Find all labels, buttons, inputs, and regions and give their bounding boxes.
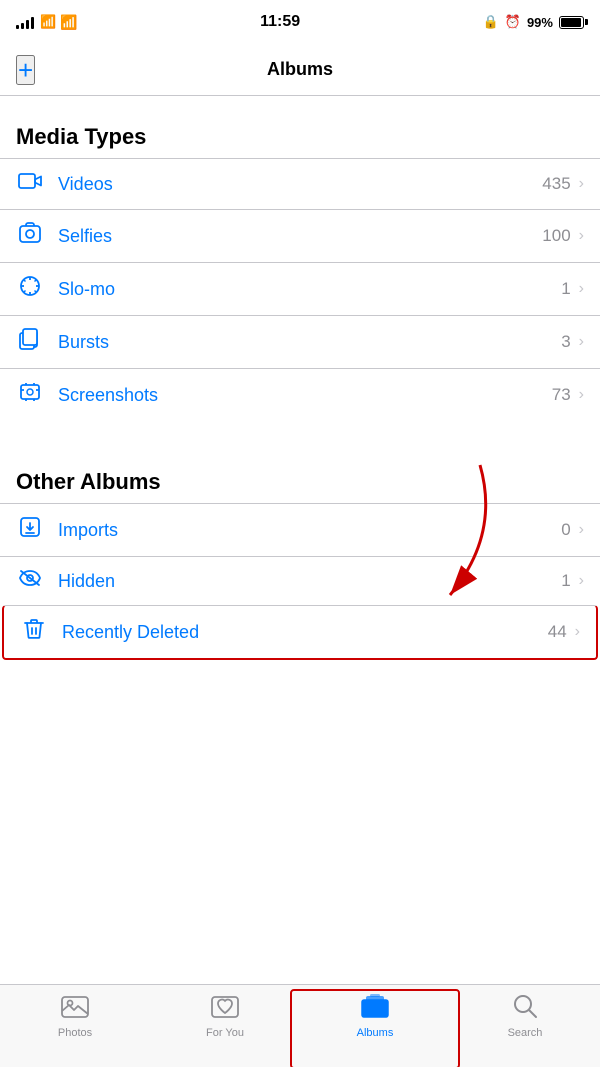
recently-deleted-count: 44 xyxy=(548,622,567,642)
videos-label: Videos xyxy=(58,174,542,195)
list-item-bursts[interactable]: Bursts 3 › xyxy=(0,315,600,368)
tab-albums[interactable]: Albums xyxy=(300,993,450,1039)
slomo-count: 1 xyxy=(561,279,570,299)
trash-icon xyxy=(20,618,48,646)
battery-percent: 99% xyxy=(527,15,553,30)
list-item-selfies[interactable]: Selfies 100 › xyxy=(0,209,600,262)
selfies-label: Selfies xyxy=(58,226,542,247)
add-button[interactable]: + xyxy=(16,55,35,85)
list-item-hidden[interactable]: Hidden 1 › xyxy=(0,556,600,605)
other-albums-title: Other Albums xyxy=(16,469,584,495)
videos-chevron: › xyxy=(579,175,584,193)
hidden-chevron: › xyxy=(579,572,584,590)
screenshots-count: 73 xyxy=(552,385,571,405)
selfie-icon xyxy=(16,222,44,250)
tab-for-you[interactable]: For You xyxy=(150,993,300,1039)
photos-tab-label: Photos xyxy=(58,1027,92,1039)
status-right: 🔒 ⏰ 99% xyxy=(483,14,584,30)
media-types-section-header: Media Types xyxy=(0,96,600,158)
status-bar: 📶 📶 11:59 🔒 ⏰ 99% xyxy=(0,0,600,44)
search-tab-icon xyxy=(512,993,538,1023)
video-icon xyxy=(16,171,44,197)
alarm-icon: ⏰ xyxy=(505,14,521,30)
albums-tab-icon xyxy=(360,993,390,1023)
imports-label: Imports xyxy=(58,520,561,541)
tab-bar: Photos For You Albums xyxy=(0,984,600,1067)
recently-deleted-label: Recently Deleted xyxy=(62,622,548,643)
tab-search[interactable]: Search xyxy=(450,993,600,1039)
hidden-count: 1 xyxy=(561,571,570,591)
list-item-slomo[interactable]: Slo-mo 1 › xyxy=(0,262,600,315)
media-types-title: Media Types xyxy=(16,124,584,150)
nav-bar: + Albums xyxy=(0,44,600,96)
list-item-recently-deleted[interactable]: Recently Deleted 44 › xyxy=(2,605,598,660)
imports-count: 0 xyxy=(561,520,570,540)
slomo-label: Slo-mo xyxy=(58,279,561,300)
main-content: Media Types Videos 435 › Selfies 100 › xyxy=(0,96,600,743)
screenshots-icon xyxy=(16,381,44,409)
videos-count: 435 xyxy=(542,174,570,194)
screenshots-chevron: › xyxy=(579,386,584,404)
list-item-videos[interactable]: Videos 435 › xyxy=(0,158,600,209)
slomo-icon xyxy=(16,275,44,303)
photos-tab-icon xyxy=(61,993,89,1023)
battery-icon xyxy=(559,16,584,29)
page-title: Albums xyxy=(267,59,333,80)
bursts-icon xyxy=(16,328,44,356)
recently-deleted-chevron: › xyxy=(575,623,580,641)
status-time: 11:59 xyxy=(260,13,300,31)
imports-icon xyxy=(16,516,44,544)
imports-chevron: › xyxy=(579,521,584,539)
other-albums-section-header: Other Albums xyxy=(0,441,600,503)
hidden-label: Hidden xyxy=(58,571,561,592)
for-you-tab-label: For You xyxy=(206,1027,244,1039)
albums-tab-label: Albums xyxy=(357,1027,394,1039)
hidden-icon xyxy=(16,569,44,593)
selfies-chevron: › xyxy=(579,227,584,245)
wifi-icon: 📶 xyxy=(60,14,77,31)
bursts-chevron: › xyxy=(579,333,584,351)
lock-icon: 🔒 xyxy=(483,14,499,30)
status-left: 📶 📶 xyxy=(16,14,78,31)
slomo-chevron: › xyxy=(579,280,584,298)
screenshots-label: Screenshots xyxy=(58,385,552,406)
tab-photos[interactable]: Photos xyxy=(0,993,150,1039)
list-item-imports[interactable]: Imports 0 › xyxy=(0,503,600,556)
search-tab-label: Search xyxy=(508,1027,543,1039)
selfies-count: 100 xyxy=(542,226,570,246)
bursts-label: Bursts xyxy=(58,332,561,353)
for-you-tab-icon xyxy=(211,993,239,1023)
signal-bars xyxy=(16,15,34,29)
bursts-count: 3 xyxy=(561,332,570,352)
list-item-screenshots[interactable]: Screenshots 73 › xyxy=(0,368,600,421)
